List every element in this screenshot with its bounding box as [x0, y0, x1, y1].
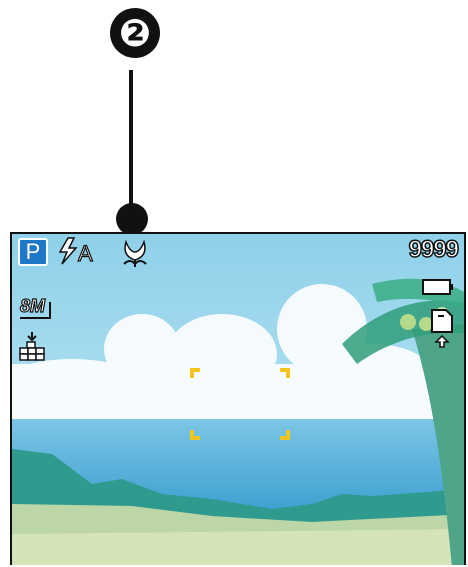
shots-remaining: 9999	[408, 235, 460, 264]
shooting-mode-icon: P	[18, 238, 48, 266]
svg-text:A: A	[78, 241, 93, 266]
callout-line	[129, 70, 133, 210]
camera-lcd-screen: P A 9999 8M	[10, 232, 466, 565]
quality-icon	[18, 330, 50, 369]
internal-memory-icon	[430, 308, 454, 353]
resolution-icon: 8M	[18, 292, 58, 329]
callout-number: ❷	[110, 8, 160, 58]
flash-auto-icon: A	[56, 236, 104, 271]
macro-icon	[118, 238, 152, 273]
battery-icon	[422, 278, 454, 301]
beach-scene	[12, 234, 464, 565]
callout-dot	[116, 203, 148, 235]
svg-text:8M: 8M	[20, 296, 46, 316]
